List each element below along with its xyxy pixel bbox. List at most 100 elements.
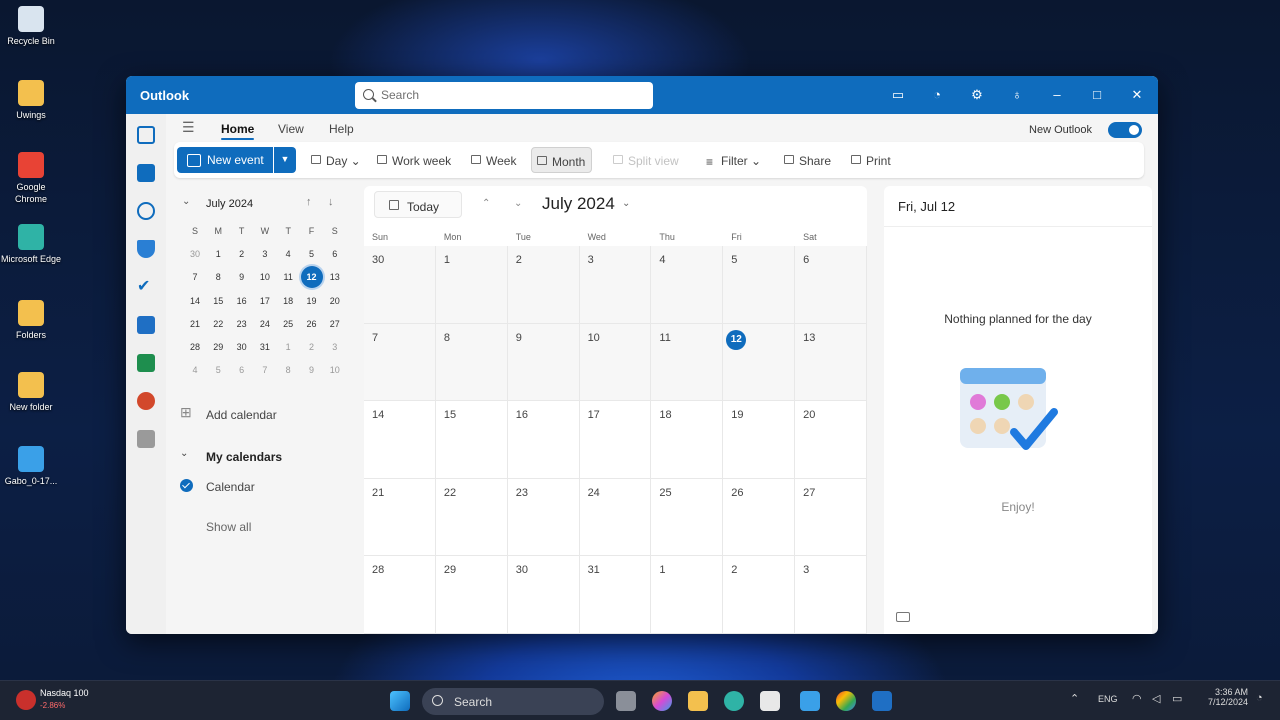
desktop-icon[interactable]: Recycle Bin bbox=[0, 6, 62, 47]
mini-calendar-day[interactable]: 26 bbox=[301, 313, 323, 335]
mail-icon[interactable] bbox=[137, 126, 155, 144]
mini-calendar-day[interactable]: 22 bbox=[207, 313, 229, 335]
mini-calendar-day[interactable]: 10 bbox=[254, 266, 276, 288]
day-cell[interactable]: 17 bbox=[579, 401, 652, 479]
day-cell[interactable]: 13 bbox=[795, 323, 867, 402]
filter-button[interactable]: ≡ Filter ⌄ bbox=[701, 147, 767, 173]
todo-icon[interactable]: ✔ bbox=[137, 278, 155, 296]
notification-bell-icon[interactable]: ◔ bbox=[1256, 692, 1263, 704]
desktop-icon[interactable]: Microsoft Edge bbox=[0, 224, 62, 265]
bell-icon[interactable]: ◔ bbox=[929, 87, 945, 103]
volume-icon[interactable]: ◁ bbox=[1152, 692, 1160, 705]
next-month-icon[interactable]: ↓ bbox=[328, 196, 334, 208]
day-cell[interactable]: 10 bbox=[579, 323, 652, 402]
mini-calendar-day[interactable]: 14 bbox=[184, 290, 206, 312]
pane-footer-icon[interactable] bbox=[896, 612, 910, 622]
people-icon[interactable] bbox=[137, 202, 155, 220]
collapse-chevron-icon[interactable]: ⌄ bbox=[182, 196, 190, 207]
file-explorer-icon[interactable] bbox=[688, 691, 708, 711]
mini-calendar-day[interactable]: 3 bbox=[324, 336, 346, 358]
close-icon[interactable]: ✕ bbox=[1129, 87, 1145, 103]
desktop-icon[interactable]: Folders bbox=[0, 300, 62, 341]
day-cell[interactable]: 12 bbox=[723, 323, 796, 402]
mini-calendar-day[interactable]: 17 bbox=[254, 290, 276, 312]
mini-calendar-day[interactable]: 13 bbox=[324, 266, 346, 288]
previous-icon[interactable]: ⌃ bbox=[482, 198, 490, 209]
powerpoint-icon[interactable] bbox=[137, 392, 155, 410]
clock[interactable]: 3:36 AM 7/12/2024 bbox=[1200, 687, 1248, 707]
mini-calendar-day[interactable]: 29 bbox=[207, 336, 229, 358]
day-cell[interactable]: 3 bbox=[579, 246, 652, 324]
split-view-button[interactable]: Split view bbox=[608, 147, 685, 173]
calendar-item[interactable]: Calendar bbox=[206, 480, 255, 494]
mini-calendar-day[interactable]: 18 bbox=[277, 290, 299, 312]
my-calendars-chevron-icon[interactable]: ⌄ bbox=[180, 448, 188, 459]
day-cell[interactable]: 29 bbox=[435, 556, 508, 634]
week-button[interactable]: Week bbox=[466, 147, 522, 173]
minimize-icon[interactable]: – bbox=[1049, 87, 1065, 103]
language-indicator[interactable]: ENG bbox=[1098, 694, 1118, 704]
tray-chevron-icon[interactable]: ⌃ bbox=[1070, 692, 1079, 705]
start-icon[interactable] bbox=[390, 691, 410, 711]
day-cell[interactable]: 28 bbox=[364, 556, 436, 634]
add-calendar-link[interactable]: Add calendar bbox=[206, 408, 277, 422]
day-cell[interactable]: 4 bbox=[651, 246, 724, 324]
day-cell[interactable]: 14 bbox=[364, 401, 436, 479]
mini-calendar-day[interactable]: 31 bbox=[254, 336, 276, 358]
mini-calendar-day[interactable]: 8 bbox=[207, 266, 229, 288]
mini-calendar-day[interactable]: 6 bbox=[324, 243, 346, 265]
mini-calendar-day[interactable]: 9 bbox=[231, 266, 253, 288]
desktop-icon[interactable]: Google Chrome bbox=[0, 152, 62, 205]
my-calendars-heading[interactable]: My calendars bbox=[206, 450, 282, 464]
show-all-link[interactable]: Show all bbox=[206, 520, 251, 534]
month-button[interactable]: Month bbox=[531, 147, 593, 173]
mini-calendar-day[interactable]: 15 bbox=[207, 290, 229, 312]
mini-calendar-day[interactable]: 12 bbox=[300, 266, 323, 289]
gear-icon[interactable]: ⚙ bbox=[969, 87, 985, 103]
next-icon[interactable]: ⌄ bbox=[514, 198, 522, 209]
search-input[interactable]: Search bbox=[355, 82, 653, 109]
onedrive-icon[interactable] bbox=[137, 240, 155, 258]
mini-calendar-day[interactable]: 11 bbox=[277, 266, 299, 288]
mini-calendar-day[interactable]: 5 bbox=[301, 243, 323, 265]
tab-view[interactable]: View bbox=[278, 122, 304, 136]
mini-calendar-day[interactable]: 19 bbox=[301, 290, 323, 312]
day-cell[interactable]: 18 bbox=[651, 401, 724, 479]
day-cell[interactable]: 31 bbox=[579, 556, 652, 634]
mini-calendar-day[interactable]: 7 bbox=[254, 359, 276, 381]
desktop-icon[interactable]: Uwings bbox=[0, 80, 62, 121]
chat-icon[interactable]: ▭ bbox=[890, 87, 906, 103]
day-cell[interactable]: 26 bbox=[723, 478, 796, 557]
day-cell[interactable]: 30 bbox=[507, 556, 580, 634]
excel-icon[interactable] bbox=[137, 354, 155, 372]
new-event-button[interactable]: New event bbox=[177, 147, 273, 173]
mini-calendar-day[interactable]: 28 bbox=[184, 336, 206, 358]
mini-calendar-day[interactable]: 6 bbox=[231, 359, 253, 381]
day-cell[interactable]: 16 bbox=[507, 401, 580, 479]
tab-help[interactable]: Help bbox=[329, 122, 354, 136]
mini-calendar-day[interactable]: 1 bbox=[277, 336, 299, 358]
new-event-dropdown[interactable]: ▼ bbox=[274, 147, 296, 173]
store-icon[interactable] bbox=[760, 691, 780, 711]
day-view-button[interactable]: Day ⌄ bbox=[306, 147, 367, 173]
mini-calendar-day[interactable]: 8 bbox=[277, 359, 299, 381]
mini-calendar-day[interactable]: 1 bbox=[207, 243, 229, 265]
day-cell[interactable]: 11 bbox=[651, 323, 724, 402]
share-button[interactable]: Share bbox=[779, 147, 837, 173]
mini-calendar-day[interactable]: 24 bbox=[254, 313, 276, 335]
mini-calendar-day[interactable]: 30 bbox=[231, 336, 253, 358]
desktop-icon[interactable]: Gabo_0-17... bbox=[0, 446, 62, 487]
mini-calendar-day[interactable]: 21 bbox=[184, 313, 206, 335]
task-view-icon[interactable] bbox=[616, 691, 636, 711]
mini-calendar-day[interactable]: 30 bbox=[184, 243, 206, 265]
work-week-button[interactable]: Work week bbox=[372, 147, 457, 173]
day-cell[interactable]: 2 bbox=[507, 246, 580, 324]
day-cell[interactable]: 21 bbox=[364, 478, 436, 557]
day-cell[interactable]: 1 bbox=[435, 246, 508, 324]
calendar-icon[interactable] bbox=[137, 164, 155, 182]
day-cell[interactable]: 24 bbox=[579, 478, 652, 557]
calendar-check-icon[interactable] bbox=[180, 479, 193, 492]
desktop-icon[interactable]: New folder bbox=[0, 372, 62, 413]
today-button[interactable]: Today bbox=[374, 191, 462, 218]
month-title[interactable]: July 2024 bbox=[542, 194, 615, 214]
